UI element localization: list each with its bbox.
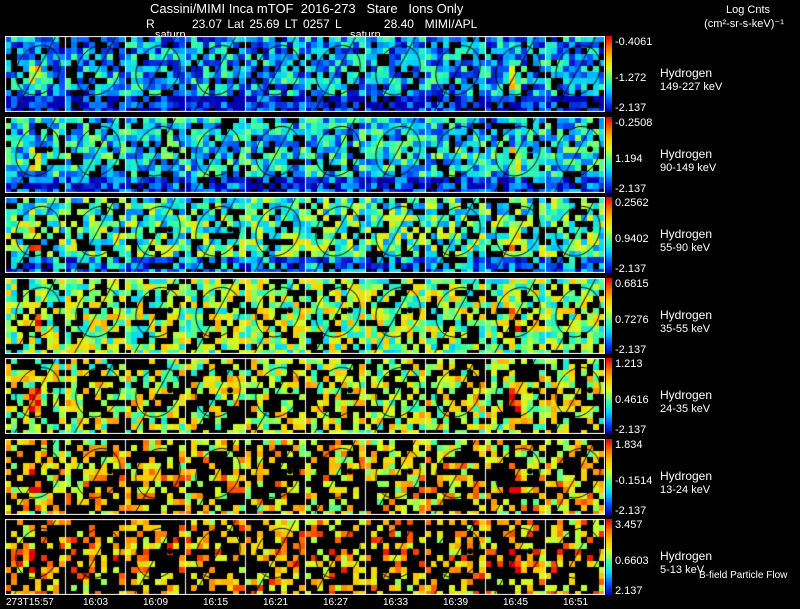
energy-range: 35-55 keV (660, 323, 711, 335)
colorbar (606, 358, 612, 434)
colorbar-max-value: 3.457 (615, 519, 643, 531)
colorbar (606, 197, 612, 273)
species-name: Hydrogen (660, 469, 713, 483)
energy-range: 149-227 keV (660, 81, 723, 93)
colorbar (606, 519, 612, 595)
flow-label: B-field Particle Flow (699, 570, 788, 581)
time-label: 16:03 (83, 597, 109, 608)
energy-panel (5, 197, 605, 273)
species-label: Hydrogen 13-24 keV (660, 469, 712, 497)
flux-image-row (5, 36, 605, 112)
colorbar-min-value: -2.137 (615, 263, 647, 275)
colorbar (606, 439, 612, 515)
flux-image-row (5, 117, 605, 193)
species-label: Hydrogen 35-55 keV (660, 308, 712, 336)
colorbar-mid-value: 0.9402 (615, 233, 649, 245)
colorbar-max-value: -0.2508 (615, 117, 653, 129)
colorbar-max-value: 1.213 (615, 358, 643, 370)
image-panels: -0.4061 -1.272 -2.137 Hydrogen 149-227 keV -0… (0, 0, 800, 609)
colorbar-mid-value: 1.194 (615, 153, 643, 165)
flux-image-row (5, 278, 605, 354)
energy-range: 90-149 keV (660, 162, 717, 174)
colorbar-mid-value: -0.1514 (615, 475, 653, 487)
colorbar-max-value: 1.834 (615, 439, 643, 451)
species-name: Hydrogen (660, 147, 713, 161)
energy-range: 55-90 keV (660, 242, 711, 254)
colorbar (606, 278, 612, 354)
species-label: Hydrogen 24-35 keV (660, 388, 712, 416)
flux-image-row (5, 358, 605, 434)
species-name: Hydrogen (660, 388, 713, 402)
colorbar-max-value: 0.6815 (615, 278, 649, 290)
energy-panel (5, 519, 605, 595)
species-name: Hydrogen (660, 308, 713, 322)
colorbar-min-value: -2.137 (615, 183, 647, 195)
time-label: 16:27 (323, 597, 349, 608)
species-name: Hydrogen (660, 549, 713, 563)
species-label: Hydrogen 55-90 keV (660, 227, 712, 255)
colorbar-min-value: -2.137 (615, 344, 647, 356)
time-label: 16:45 (503, 597, 529, 608)
species-name: Hydrogen (660, 66, 713, 80)
time-label: 16:09 (143, 597, 169, 608)
energy-panel (5, 36, 605, 112)
time-label: 16:33 (383, 597, 409, 608)
colorbar-min-value: 2.137 (615, 585, 643, 597)
energy-panel (5, 278, 605, 354)
colorbar-mid-value: -1.272 (615, 72, 647, 84)
colorbar-min-value: -2.137 (615, 424, 647, 436)
colorbar-min-value: -2.137 (615, 505, 647, 517)
colorbar (606, 117, 612, 193)
energy-range: 13-24 keV (660, 484, 711, 496)
flux-image-row (5, 197, 605, 273)
time-label: 16:51 (563, 597, 589, 608)
energy-panel (5, 117, 605, 193)
colorbar-mid-value: 0.4616 (615, 394, 649, 406)
colorbar-mid-value: 0.6603 (615, 555, 649, 567)
time-label: 273T15:57 (6, 597, 54, 608)
colorbar-max-value: -0.4061 (615, 36, 653, 48)
time-label: 16:39 (443, 597, 469, 608)
energy-panel (5, 358, 605, 434)
flux-image-row (5, 519, 605, 595)
time-label: 16:15 (203, 597, 229, 608)
species-label: Hydrogen 149-227 keV (660, 66, 722, 94)
colorbar-mid-value: 0.7276 (615, 314, 649, 326)
time-label: 16:21 (263, 597, 289, 608)
colorbar-min-value: -2.137 (615, 102, 647, 114)
species-name: Hydrogen (660, 227, 713, 241)
species-label: Hydrogen 90-149 keV (660, 147, 716, 175)
flux-image-row (5, 439, 605, 515)
colorbar (606, 36, 612, 112)
colorbar-max-value: 0.2562 (615, 197, 649, 209)
energy-range: 24-35 keV (660, 403, 711, 415)
energy-panel (5, 439, 605, 515)
